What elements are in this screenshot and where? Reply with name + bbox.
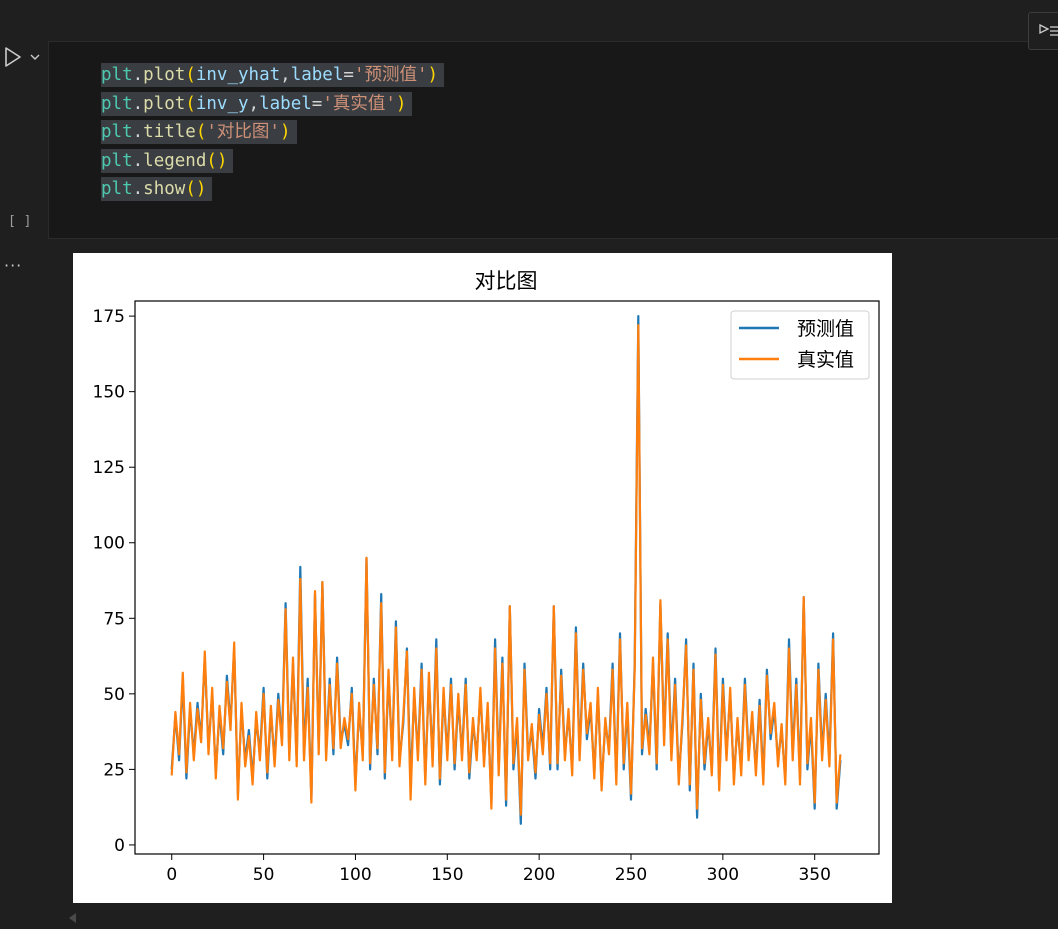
code-token: inv_y (195, 93, 249, 114)
code-token: . (132, 150, 144, 171)
code-token: plot (143, 65, 186, 85)
code-token: = (311, 93, 323, 114)
code-token: . (132, 65, 144, 85)
code-token: , (280, 65, 291, 85)
code-token: . (132, 179, 144, 199)
scroll-left-icon[interactable] (66, 911, 78, 925)
code-line[interactable]: plt.show() (101, 175, 444, 204)
code-token: plt (101, 122, 133, 142)
y-tick-label: 125 (93, 458, 125, 478)
y-tick-label: 25 (103, 760, 125, 780)
cell-toolbar-button[interactable] (1028, 12, 1058, 50)
code-token: () (185, 179, 207, 199)
series-line-actual (170, 324, 842, 816)
code-token: ( (185, 93, 196, 114)
x-tick-label: 250 (615, 865, 647, 885)
x-tick-label: 100 (339, 865, 371, 885)
run-cell-icon[interactable] (2, 46, 24, 68)
y-tick-label: 150 (93, 383, 125, 403)
chart-title: 对比图 (475, 269, 538, 293)
code-token: = (343, 65, 354, 85)
code-token: . (132, 93, 144, 114)
code-token: plt (101, 93, 133, 114)
code-token: show (143, 179, 186, 199)
code-token: label (290, 65, 344, 85)
code-token: legend (143, 150, 207, 171)
x-tick-label: 200 (523, 865, 555, 885)
y-tick-label: 0 (114, 836, 125, 856)
code-token: , (248, 93, 260, 114)
code-token: plt (101, 179, 133, 199)
cell-output: 对比图 0 50 100 150 200 250 300 350 0 25 50 75 100 125 15… (73, 253, 892, 903)
code-token: plt (101, 150, 133, 171)
code-token: inv_yhat (195, 65, 281, 85)
x-tick-label: 50 (253, 865, 275, 885)
legend-label: 真实值 (797, 349, 854, 371)
y-tick-label: 50 (103, 685, 125, 705)
code-line-text: plt.show() (101, 177, 213, 201)
code-line[interactable]: plt.title('对比图') (101, 118, 444, 147)
code-cell-editor[interactable]: plt.plot(inv_yhat,label='预测值') plt.plot(i… (48, 41, 1058, 239)
code-token: ( (195, 122, 207, 142)
x-tick-label: 350 (798, 865, 830, 885)
code-token: ) (279, 122, 291, 142)
code-token: '真实值' (322, 93, 396, 114)
code-token: ( (185, 65, 196, 85)
more-actions-icon[interactable]: ··· (4, 256, 22, 275)
comparison-chart: 对比图 0 50 100 150 200 250 300 350 0 25 50 75 100 125 15… (93, 269, 880, 885)
code-line[interactable]: plt.plot(inv_yhat,label='预测值') (101, 61, 445, 90)
x-tick-label: 300 (707, 865, 739, 885)
code-line-text: plt.legend() (101, 148, 234, 173)
legend-label: 预测值 (797, 318, 854, 340)
y-tick-label: 175 (93, 307, 125, 327)
code-line-text: plt.plot(inv_y,label='真实值') (101, 91, 413, 116)
code-line[interactable]: plt.plot(inv_y,label='真实值') (101, 90, 444, 119)
code-token: ) (395, 93, 407, 114)
x-tick-label: 150 (431, 865, 463, 885)
code-token: '预测值' (353, 65, 428, 85)
code-line-text: plt.title('对比图') (101, 120, 297, 144)
code-block[interactable]: plt.plot(inv_yhat,label='预测值') plt.plot(i… (101, 61, 445, 204)
code-line-text: plt.plot(inv_yhat,label='预测值') (101, 63, 445, 87)
code-token: . (132, 122, 144, 142)
x-tick-label: 0 (166, 865, 177, 885)
code-token: ) (427, 65, 439, 85)
y-tick-label: 75 (103, 609, 125, 629)
code-token: plt (101, 65, 133, 85)
code-token: '对比图' (206, 122, 280, 142)
code-token: label (259, 93, 312, 114)
cell-menu-icon (1039, 23, 1058, 36)
chevron-down-icon[interactable] (28, 50, 42, 64)
code-token: title (143, 122, 196, 142)
code-line[interactable]: plt.legend() (101, 147, 444, 176)
code-token: () (206, 150, 228, 171)
execution-count: [ ] (8, 214, 32, 229)
y-tick-label: 100 (93, 534, 125, 554)
code-token: plot (143, 93, 186, 114)
